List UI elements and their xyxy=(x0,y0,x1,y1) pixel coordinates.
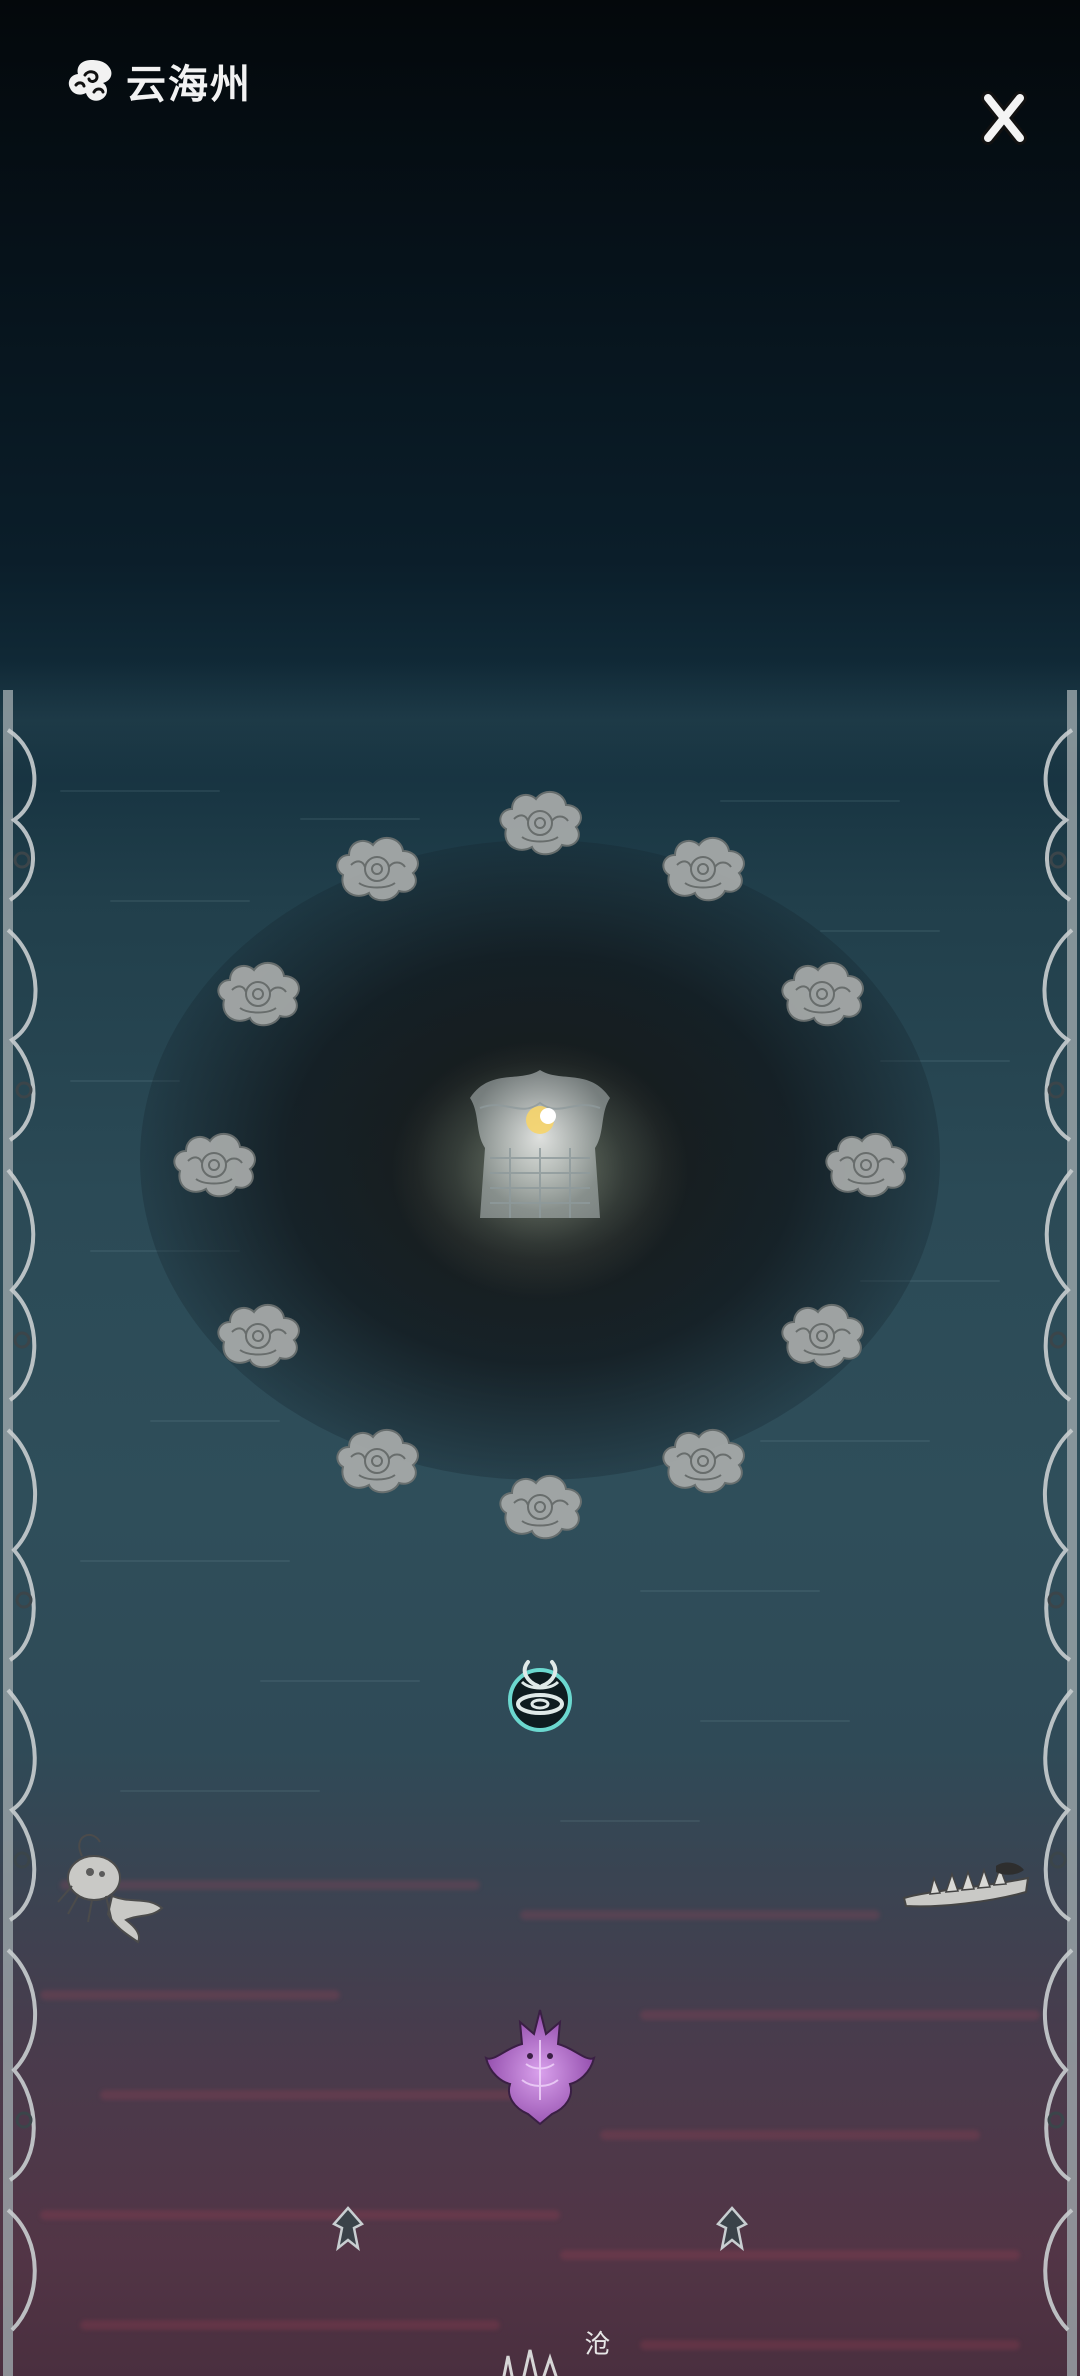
cloud-island-3[interactable] xyxy=(774,954,870,1034)
cloud-island-11[interactable] xyxy=(210,954,306,1034)
sea-crab[interactable] xyxy=(52,1826,176,1946)
map-canvas[interactable]: 云海州 沧 xyxy=(0,0,1080,2376)
cloud-island-1[interactable] xyxy=(492,783,588,863)
purple-dragon-icon xyxy=(484,2009,596,2126)
region-title: 云海州 xyxy=(126,62,252,108)
spiked-shipwreck[interactable] xyxy=(900,1856,1032,1914)
cloud-island-icon xyxy=(825,1132,908,1198)
cloud-island-icon xyxy=(173,1132,256,1198)
cloud-island-12[interactable] xyxy=(329,829,425,909)
cloud-island-icon xyxy=(781,1303,865,1369)
cloud-island-icon xyxy=(336,1429,419,1494)
close-button[interactable] xyxy=(972,86,1036,150)
spiked-shipwreck-icon xyxy=(902,1862,1030,1908)
sea-crab-icon xyxy=(57,1834,164,1944)
cloud-island-icon xyxy=(662,836,745,902)
shore-rocks xyxy=(502,2349,558,2376)
cloud-island-icon xyxy=(217,961,300,1027)
glowing-citadel-icon xyxy=(470,1070,610,1218)
left-cloud-border xyxy=(3,690,38,2376)
cloud-island-8[interactable] xyxy=(329,1421,425,1501)
vortex-portal[interactable] xyxy=(498,1652,582,1736)
cloud-island-icon xyxy=(662,1429,745,1494)
cloud-island-icon xyxy=(781,961,865,1027)
central-citadel[interactable] xyxy=(450,1058,630,1238)
cloud-island-icon xyxy=(499,790,582,856)
waypoint-marker-icon xyxy=(715,2206,749,2252)
cloud-island-icon xyxy=(336,836,419,902)
waypoint-marker-icon xyxy=(331,2206,365,2252)
place-label: 沧海 xyxy=(580,2330,610,2356)
right-cloud-border xyxy=(1042,690,1077,2376)
close-x-icon xyxy=(981,91,1027,145)
region-header: 云海州 xyxy=(64,52,252,110)
waypoint-marker-left[interactable] xyxy=(328,2204,368,2252)
cloud-island-9[interactable] xyxy=(210,1296,306,1376)
vortex-portal-icon xyxy=(508,1660,572,1732)
cloud-island-7[interactable] xyxy=(492,1467,588,1547)
cloud-island-4[interactable] xyxy=(818,1125,914,1205)
cloud-island-icon xyxy=(217,1303,300,1369)
cloud-island-2[interactable] xyxy=(655,829,751,909)
horizon-fog xyxy=(0,660,1080,780)
auspicious-cloud-icon xyxy=(68,60,112,101)
cloud-island-10[interactable] xyxy=(166,1125,262,1205)
cloud-island-5[interactable] xyxy=(774,1296,870,1376)
purple-dragon[interactable] xyxy=(478,2004,602,2128)
waypoint-marker-right[interactable] xyxy=(712,2204,752,2252)
cloud-island-icon xyxy=(499,1474,582,1540)
cloud-island-6[interactable] xyxy=(655,1421,751,1501)
